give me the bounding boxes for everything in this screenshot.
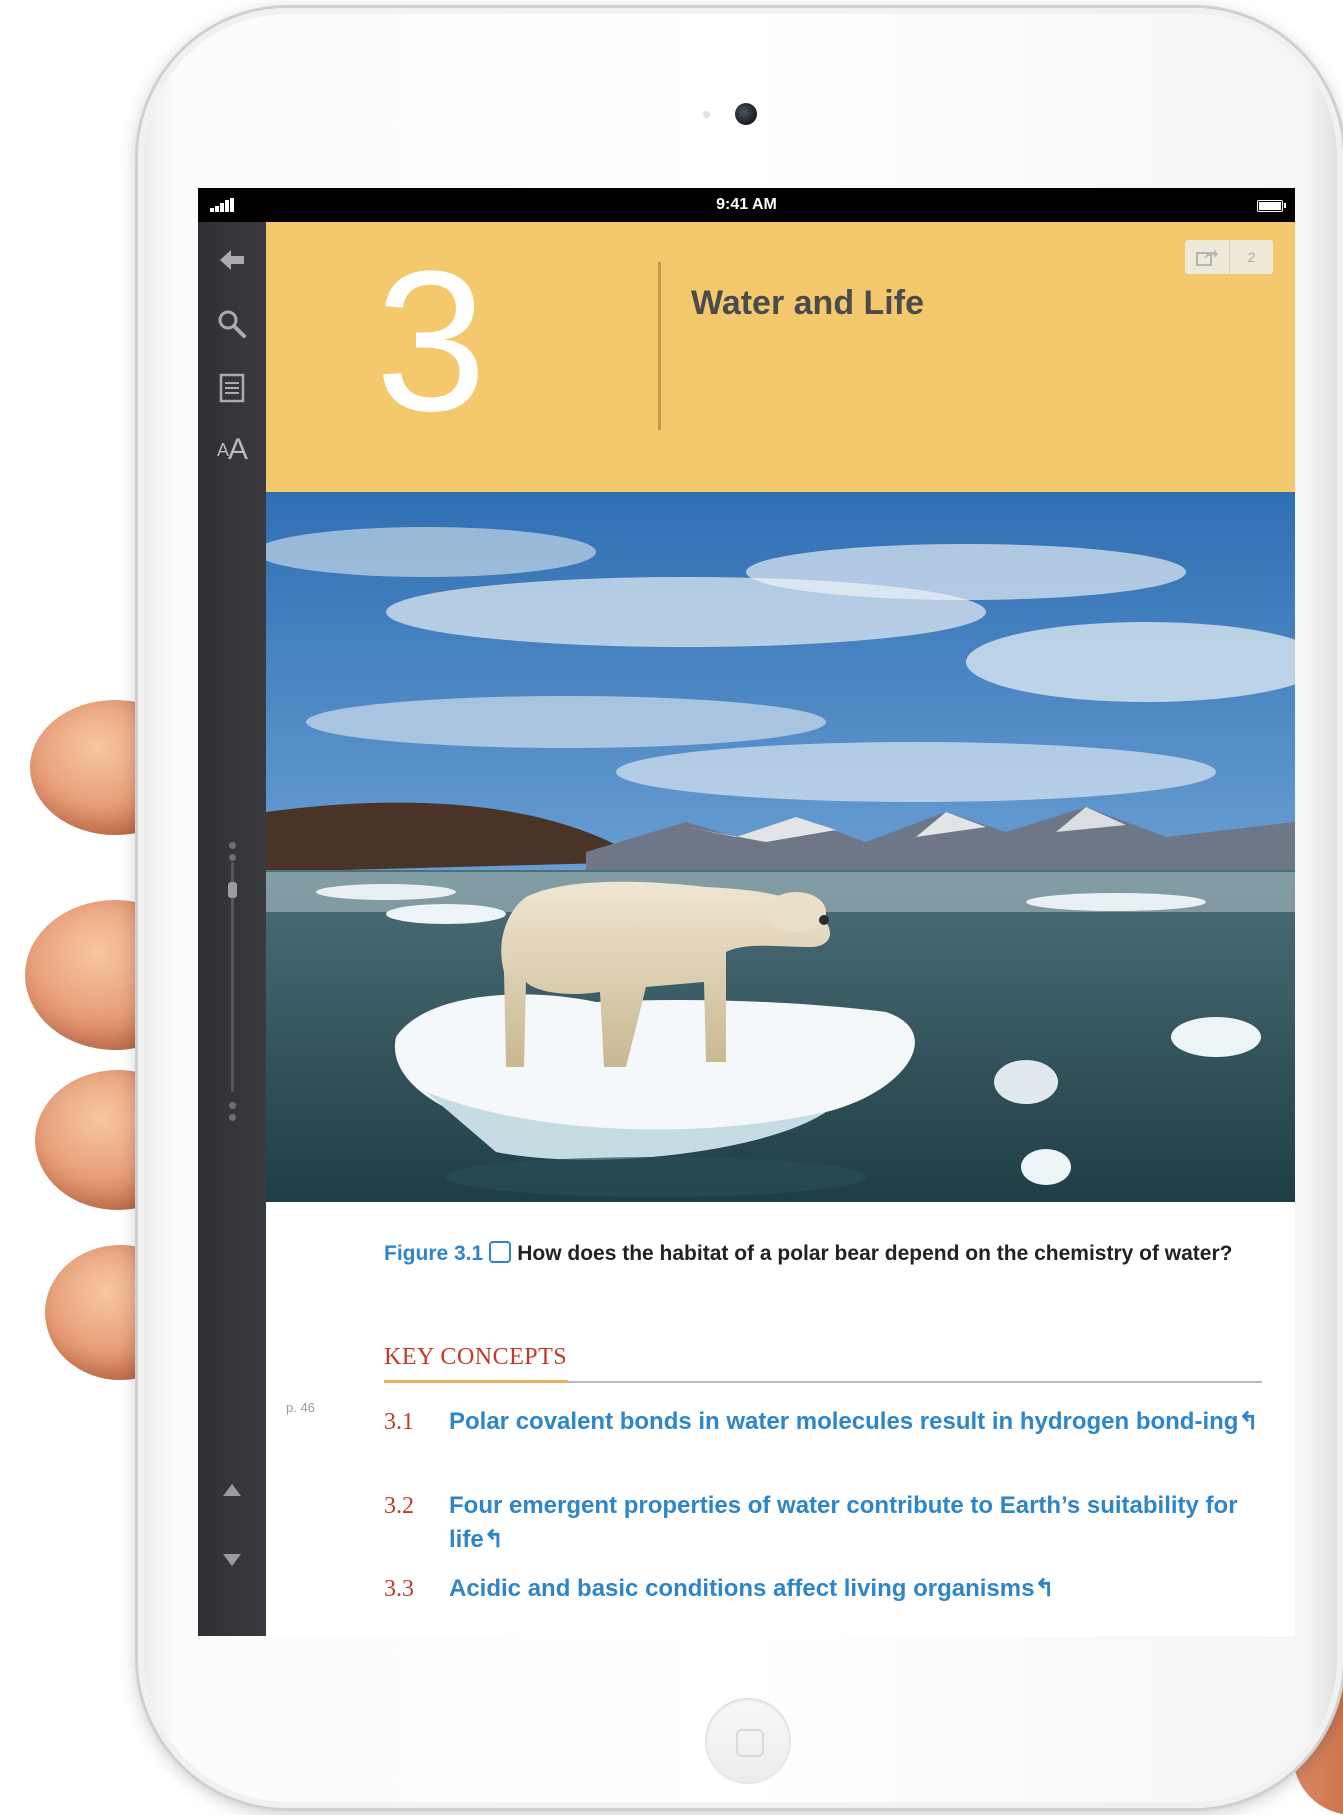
text-size-icon[interactable]: AA	[198, 422, 266, 478]
concept-number: 3.1	[384, 1409, 414, 1435]
scrubber-dot	[229, 854, 236, 861]
tablet-screen: 9:41 AM AA 3 Water and Life 2 Figure 3.1…	[198, 188, 1295, 1636]
back-arrow-icon[interactable]	[198, 232, 266, 288]
scrubber-dot	[229, 842, 236, 849]
polar-bear-photo	[266, 492, 1295, 1202]
front-camera	[735, 103, 757, 125]
status-time: 9:41 AM	[716, 196, 777, 213]
share-count: 2	[1247, 249, 1256, 265]
key-concepts-heading: KEY CONCEPTS	[384, 1344, 568, 1370]
page-down-icon[interactable]	[198, 1532, 266, 1588]
concept-number: 3.3	[384, 1576, 414, 1602]
return-arrow-icon[interactable]: ↰	[1034, 1575, 1054, 1602]
text-size-small-label: A	[216, 439, 229, 460]
battery-icon	[1257, 200, 1286, 212]
header-divider	[658, 262, 661, 430]
share-button[interactable]: 2	[1185, 240, 1273, 274]
light-sensor	[703, 111, 710, 118]
scrubber-dot	[229, 1114, 236, 1121]
scrubber-thumb[interactable]	[228, 882, 237, 898]
concept-text: Acidic and basic conditions affect livin…	[449, 1575, 1035, 1602]
return-arrow-icon[interactable]: ↰	[1238, 1408, 1258, 1435]
figure-label[interactable]: Figure 3.1	[384, 1242, 483, 1265]
status-bar: 9:41 AM	[198, 188, 1295, 222]
share-icon	[1185, 240, 1230, 274]
external-link-icon[interactable]	[489, 1241, 512, 1263]
home-button[interactable]	[705, 1698, 791, 1784]
key-concepts-accent	[384, 1380, 568, 1383]
key-concept-item[interactable]: 3.1 Polar covalent bonds in water molecu…	[384, 1405, 1284, 1475]
key-concept-item[interactable]: 3.3 Acidic and basic conditions affect l…	[384, 1572, 1284, 1612]
page-reference: p. 46	[286, 1400, 315, 1415]
text-size-large-label: A	[228, 433, 248, 466]
key-concept-item[interactable]: 3.2 Four emergent properties of water co…	[384, 1489, 1284, 1559]
search-icon[interactable]	[198, 296, 266, 352]
chapter-title: Water and Life	[691, 284, 924, 322]
concept-text: Four emergent properties of water contri…	[449, 1492, 1238, 1553]
figure-question: How does the habitat of a polar bear dep…	[517, 1242, 1233, 1265]
return-arrow-icon[interactable]: ↰	[484, 1526, 504, 1553]
scrubber-dot	[229, 1102, 236, 1109]
concept-text: Polar covalent bonds in water molecules …	[449, 1408, 1239, 1435]
book-page: 3 Water and Life 2 Figure 3.1 How does t…	[266, 222, 1295, 1636]
reader-sidebar: AA	[198, 222, 266, 1636]
page-up-icon[interactable]	[198, 1462, 266, 1518]
figure-caption: Figure 3.1 How does the habitat of a pola…	[384, 1239, 1234, 1269]
concept-number: 3.2	[384, 1493, 414, 1519]
chapter-number: 3	[375, 230, 487, 453]
table-of-contents-icon[interactable]	[198, 360, 266, 416]
